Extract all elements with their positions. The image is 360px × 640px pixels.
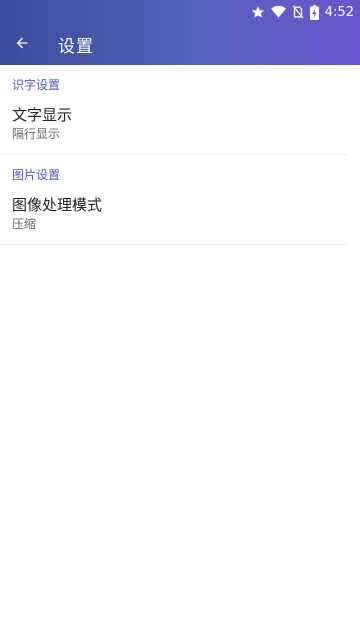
- star-icon: [251, 5, 265, 19]
- battery-charging-icon: [309, 4, 319, 20]
- status-time: 4:52: [324, 4, 354, 20]
- no-sim-icon: [292, 5, 304, 19]
- status-bar: 4:52: [0, 0, 360, 24]
- settings-content: 识字设置 文字显示 隔行显示 图片设置 图像处理模式 压缩: [0, 65, 360, 640]
- pref-summary: 隔行显示: [12, 127, 61, 141]
- section-header: 图片设置: [12, 168, 61, 182]
- status-icons: 4:52: [251, 2, 354, 22]
- section-ocr-settings: 识字设置 文字显示 隔行显示: [0, 71, 360, 155]
- section-image-settings: 图片设置 图像处理模式 压缩: [0, 161, 360, 245]
- pref-summary: 压缩: [12, 217, 37, 231]
- pref-title: 图像处理模式: [12, 196, 103, 214]
- page-title: 设置: [58, 37, 94, 57]
- wifi-icon: [270, 5, 286, 19]
- arrow-back-icon: [14, 35, 30, 55]
- back-button[interactable]: [0, 24, 44, 65]
- toolbar: 设置: [0, 24, 360, 65]
- section-header: 识字设置: [12, 78, 61, 92]
- pref-image-processing-mode[interactable]: 图像处理模式 压缩: [0, 189, 348, 245]
- app-header: 4:52 设置: [0, 0, 360, 65]
- pref-title: 文字显示: [12, 106, 73, 124]
- pref-text-display[interactable]: 文字显示 隔行显示: [0, 99, 348, 155]
